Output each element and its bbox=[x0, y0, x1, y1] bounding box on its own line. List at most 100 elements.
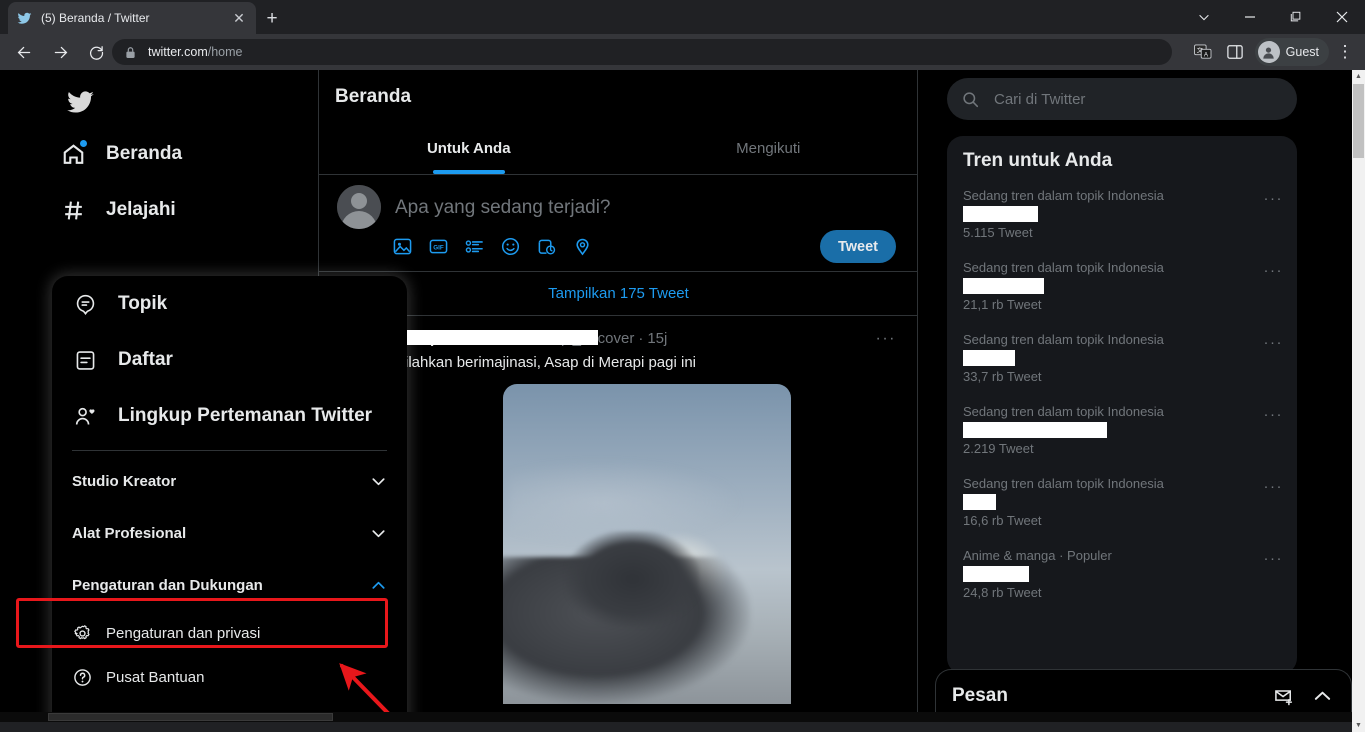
location-icon[interactable] bbox=[571, 235, 593, 257]
twitter-logo[interactable] bbox=[62, 84, 98, 120]
trends-title: Tren untuk Anda bbox=[963, 150, 1113, 171]
menu-section-label: Alat Profesional bbox=[72, 524, 187, 542]
url-path: /home bbox=[207, 45, 243, 59]
trend-more-icon[interactable]: ··· bbox=[1264, 478, 1284, 495]
trend-item[interactable]: Anime & manga · Populer 24,8 rb Tweet ··… bbox=[947, 538, 1297, 610]
translate-icon[interactable]: 文A bbox=[1189, 38, 1217, 66]
trend-more-icon[interactable]: ··· bbox=[1264, 262, 1284, 279]
search-icon bbox=[961, 90, 980, 109]
tweet-button[interactable]: Tweet bbox=[820, 230, 896, 263]
trend-item[interactable]: Sedang tren dalam topik Indonesia 5.115 … bbox=[947, 178, 1297, 250]
image-icon[interactable] bbox=[391, 235, 413, 257]
tweet-more-icon[interactable]: ··· bbox=[876, 330, 896, 348]
minimize-icon[interactable] bbox=[1227, 0, 1273, 34]
smoke-cloud-small bbox=[566, 531, 699, 628]
trend-item[interactable]: Sedang tren dalam topik Indonesia 21,1 r… bbox=[947, 250, 1297, 322]
maximize-icon[interactable] bbox=[1273, 0, 1319, 34]
composer-placeholder[interactable]: Apa yang sedang terjadi? bbox=[395, 197, 611, 219]
trend-category: Sedang tren dalam topik Indonesia bbox=[963, 332, 1164, 347]
scroll-up-arrow-icon[interactable]: ▲ bbox=[1352, 70, 1365, 83]
window-controls bbox=[1181, 0, 1365, 34]
trend-more-icon[interactable]: ··· bbox=[1264, 190, 1284, 207]
chevron-up-icon[interactable] bbox=[369, 576, 387, 594]
right-sidebar: Cari di Twitter Tren untuk Anda Sedang t… bbox=[919, 70, 1352, 722]
screenshot-root: (5) Beranda / Twitter ✕ + twitter.com/ho… bbox=[0, 0, 1365, 732]
trend-more-icon[interactable]: ··· bbox=[1264, 334, 1284, 351]
chevron-down-icon[interactable] bbox=[369, 524, 387, 542]
menu-section-studio-kreator[interactable]: Studio Kreator bbox=[52, 455, 407, 507]
tab-untuk-anda[interactable]: Untuk Anda bbox=[319, 123, 619, 174]
trend-name-redacted bbox=[963, 278, 1281, 294]
profile-chip[interactable]: Guest bbox=[1254, 38, 1329, 66]
browser-tab[interactable]: (5) Beranda / Twitter ✕ bbox=[8, 2, 256, 34]
chevron-down-icon[interactable] bbox=[369, 472, 387, 490]
trend-name-redacted bbox=[963, 350, 1281, 366]
browser-menu-icon[interactable]: ⋮ bbox=[1331, 38, 1359, 66]
tab-label: Untuk Anda bbox=[426, 140, 511, 157]
trend-item[interactable]: Sedang tren dalam topik Indonesia 2.219 … bbox=[947, 394, 1297, 466]
tab-mengikuti[interactable]: Mengikuti bbox=[619, 123, 919, 174]
vertical-scrollbar-thumb[interactable] bbox=[1353, 84, 1364, 158]
schedule-icon[interactable] bbox=[535, 235, 557, 257]
chevron-up-icon[interactable] bbox=[1309, 683, 1335, 709]
address-bar[interactable]: twitter.com/home bbox=[112, 39, 1172, 65]
page-title: Beranda bbox=[335, 85, 412, 107]
browser-toolbar: twitter.com/home 文A Guest ⋮ bbox=[0, 34, 1365, 70]
horizontal-scrollbar-thumb[interactable] bbox=[48, 713, 333, 721]
search-input[interactable]: Cari di Twitter bbox=[947, 78, 1297, 120]
help-circle-icon bbox=[72, 668, 92, 687]
home-icon bbox=[58, 139, 88, 169]
topics-icon bbox=[72, 293, 98, 316]
profile-label: Guest bbox=[1285, 45, 1319, 59]
horizontal-scrollbar[interactable] bbox=[0, 712, 1352, 722]
poll-icon[interactable] bbox=[463, 235, 485, 257]
annotation-highlight-box bbox=[16, 598, 388, 648]
sidebar-item-jelajahi[interactable]: Jelajahi bbox=[58, 188, 176, 232]
show-more-tweets-link[interactable]: Tampilkan 175 Tweet bbox=[319, 271, 918, 316]
trend-name-redacted bbox=[963, 206, 1281, 222]
trend-more-icon[interactable]: ··· bbox=[1264, 406, 1284, 423]
menu-section-alat-profesional[interactable]: Alat Profesional bbox=[52, 507, 407, 559]
twitter-circle-icon bbox=[72, 405, 98, 428]
sidebar-item-beranda[interactable]: Beranda bbox=[58, 132, 182, 176]
window-close-icon[interactable] bbox=[1319, 0, 1365, 34]
trend-item[interactable]: Sedang tren dalam topik Indonesia 16,6 r… bbox=[947, 466, 1297, 538]
sidebar-item-label: Jelajahi bbox=[106, 199, 176, 220]
gif-icon[interactable]: GIF bbox=[427, 235, 449, 257]
forward-icon[interactable] bbox=[46, 38, 74, 66]
toolbar-right-actions: 文A Guest ⋮ bbox=[1187, 38, 1361, 66]
new-message-icon[interactable] bbox=[1271, 683, 1297, 709]
emoji-icon[interactable] bbox=[499, 235, 521, 257]
trend-item[interactable]: Sedang tren dalam topik Indonesia 33,7 r… bbox=[947, 322, 1297, 394]
back-icon[interactable] bbox=[10, 38, 38, 66]
menu-item-topik[interactable]: Topik bbox=[52, 276, 407, 332]
composer-avatar[interactable] bbox=[337, 185, 381, 229]
trend-category: Sedang tren dalam topik Indonesia bbox=[963, 188, 1164, 203]
tweet-media-image[interactable] bbox=[503, 384, 791, 704]
lists-icon bbox=[72, 349, 98, 372]
trend-more-icon[interactable]: ··· bbox=[1264, 550, 1284, 567]
twitter-page: Beranda Jelajahi Beranda Untuk Anda Meng… bbox=[0, 70, 1352, 722]
reload-icon[interactable] bbox=[82, 38, 110, 66]
redaction-overlay bbox=[393, 330, 598, 345]
menu-item-label: Lingkup Pertemanan Twitter bbox=[118, 405, 373, 426]
side-panel-icon[interactable] bbox=[1221, 38, 1249, 66]
sky-photo bbox=[503, 384, 791, 704]
vertical-scrollbar[interactable]: ▲ ▼ bbox=[1352, 70, 1365, 732]
center-column: Beranda Untuk Anda Mengikuti Apa yang se… bbox=[319, 70, 918, 722]
menu-item-daftar[interactable]: Daftar bbox=[52, 332, 407, 388]
menu-section-label: Studio Kreator bbox=[72, 472, 177, 490]
menu-item-label: Daftar bbox=[118, 349, 173, 370]
trend-category: Sedang tren dalam topik Indonesia bbox=[963, 404, 1164, 419]
trend-name-redacted bbox=[963, 422, 1281, 438]
scroll-down-arrow-icon[interactable]: ▼ bbox=[1352, 719, 1365, 732]
close-icon[interactable]: ✕ bbox=[230, 9, 248, 27]
feed-tabs: Untuk Anda Mengikuti bbox=[319, 123, 918, 175]
trend-category: Sedang tren dalam topik Indonesia bbox=[963, 476, 1164, 491]
new-tab-button[interactable]: + bbox=[260, 6, 284, 30]
menu-item-lingkup-pertemanan[interactable]: Lingkup Pertemanan Twitter bbox=[52, 388, 407, 444]
chevron-down-icon[interactable] bbox=[1181, 0, 1227, 34]
tweet-text: Silahkan berimajinasi, Asap di Merapi pa… bbox=[395, 354, 696, 371]
menu-section-label: Pengaturan dan Dukungan bbox=[72, 576, 263, 594]
trend-count: 5.115 Tweet bbox=[963, 225, 1033, 240]
